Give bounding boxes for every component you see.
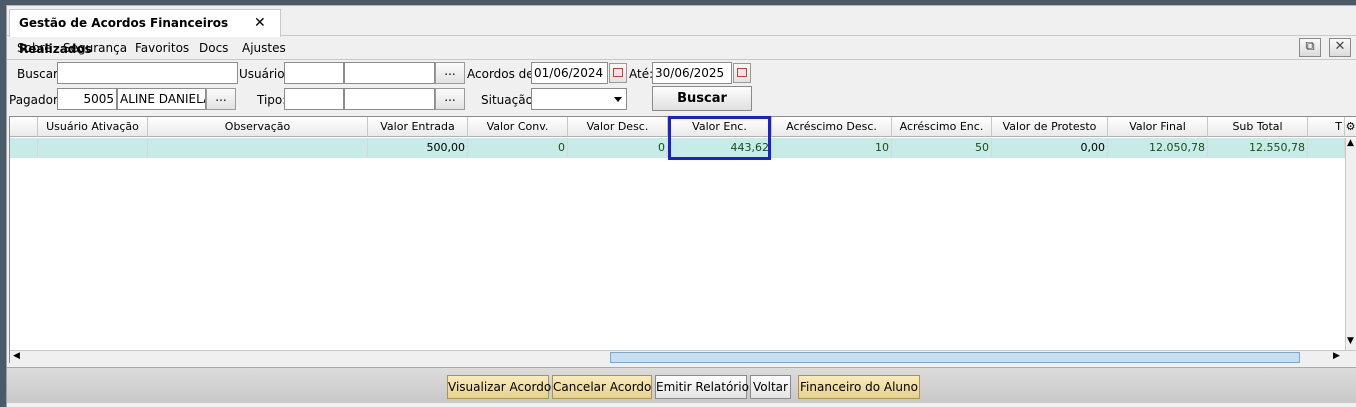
cell-valor-final: 12.050,78	[1108, 138, 1208, 158]
col-valor-conv[interactable]: Valor Conv.	[468, 117, 568, 137]
col-usuario-ativacao[interactable]: Usuário Ativação	[38, 117, 148, 137]
voltar-button[interactable]: Voltar	[750, 375, 791, 399]
divider	[7, 59, 1356, 60]
usuario-label: Usuário:	[239, 67, 289, 81]
tipo-code-input[interactable]	[284, 88, 344, 110]
acordos-table[interactable]: Usuário Ativação Observação Valor Entrad…	[9, 116, 1356, 363]
col-valor-desc[interactable]: Valor Desc.	[568, 117, 668, 137]
usuario-code-input[interactable]	[284, 62, 344, 84]
col-sub-total[interactable]: Sub Total	[1208, 117, 1308, 137]
tab-gestao-acordos[interactable]: Gestão de Acordos Financeiros Realizados…	[9, 9, 281, 56]
usuario-name-input[interactable]	[344, 62, 435, 84]
tipo-name-input[interactable]	[344, 88, 435, 110]
scroll-thumb[interactable]	[610, 352, 1300, 363]
visualizar-acordo-button[interactable]: Visualizar Acordo	[447, 375, 551, 399]
situacao-label: Situação:	[481, 93, 537, 107]
menu-seguranca[interactable]: Segurança	[63, 41, 127, 55]
chevron-down-icon	[614, 97, 622, 102]
tab-strip: Gestão de Acordos Financeiros Realizados…	[7, 6, 1356, 56]
col-valor-entrada[interactable]: Valor Entrada	[368, 117, 468, 137]
acordos-de-calendar-icon[interactable]	[609, 63, 627, 83]
horizontal-scrollbar[interactable]: ◀ ▶	[10, 350, 1356, 363]
cell-t	[1308, 138, 1345, 158]
menu-ajustes[interactable]: Ajustes	[242, 41, 286, 55]
col-valor-final[interactable]: Valor Final	[1108, 117, 1208, 137]
menu-bar: Sobre Segurança Favoritos Docs Ajustes ⧉…	[7, 37, 1356, 59]
pagador-code-input[interactable]: 5005	[57, 88, 117, 110]
pagador-name-input[interactable]: ALINE DANIELA	[117, 88, 206, 110]
situacao-select[interactable]	[531, 88, 627, 110]
ate-calendar-icon[interactable]	[733, 63, 751, 83]
gear-icon[interactable]: ⚙	[1345, 117, 1356, 137]
row-header-corner	[10, 117, 38, 137]
scroll-down-icon[interactable]: ▼	[1347, 336, 1354, 346]
tipo-lookup-button[interactable]: ...	[435, 88, 465, 110]
close-icon[interactable]: ✕	[1329, 38, 1351, 57]
cell-valor-protesto: 0,00	[992, 138, 1108, 158]
vertical-scrollbar[interactable]: ▲ ▼	[1345, 138, 1356, 350]
app-window: Gestão de Acordos Financeiros Realizados…	[6, 5, 1356, 407]
buscar-button[interactable]: Buscar	[652, 86, 752, 111]
cell-valor-entrada: 500,00	[368, 138, 468, 158]
col-t[interactable]: T	[1308, 117, 1345, 137]
row-selector[interactable]	[10, 138, 38, 158]
pagador-lookup-button[interactable]: ...	[206, 88, 236, 110]
cell-observacao	[148, 138, 368, 158]
cancelar-acordo-button[interactable]: Cancelar Acordo	[552, 375, 652, 399]
footer-bar: Visualizar Acordo Cancelar Acordo Emitir…	[7, 367, 1356, 403]
cell-valor-conv: 0	[468, 138, 568, 158]
acordos-de-label: Acordos de:	[467, 67, 538, 81]
acordos-de-input[interactable]: 01/06/2024	[531, 62, 608, 84]
cell-acrescimo-enc: 50	[892, 138, 992, 158]
ate-label: Até:	[629, 67, 654, 81]
ate-input[interactable]: 30/06/2025	[652, 62, 732, 84]
cell-usuario-ativacao	[38, 138, 148, 158]
tipo-label: Tipo:	[257, 93, 287, 107]
highlight-box-valor-enc	[668, 116, 771, 160]
scroll-left-icon[interactable]: ◀	[13, 351, 20, 361]
menu-favoritos[interactable]: Favoritos	[135, 41, 189, 55]
financeiro-aluno-button[interactable]: Financeiro do Aluno	[798, 375, 920, 399]
cell-acrescimo-desc: 10	[772, 138, 892, 158]
pagador-label: Pagador:	[9, 93, 62, 107]
buscar-label: Buscar:	[17, 67, 62, 81]
col-valor-protesto[interactable]: Valor de Protesto	[992, 117, 1108, 137]
cell-sub-total: 12.550,78	[1208, 138, 1308, 158]
col-acrescimo-desc[interactable]: Acréscimo Desc.	[772, 117, 892, 137]
menu-docs[interactable]: Docs	[199, 41, 228, 55]
tab-close-icon[interactable]: ✕	[254, 10, 266, 36]
col-observacao[interactable]: Observação	[148, 117, 368, 137]
scroll-up-icon[interactable]: ▲	[1347, 138, 1354, 148]
cell-valor-desc: 0	[568, 138, 668, 158]
menu-sobre[interactable]: Sobre	[17, 41, 52, 55]
external-window-icon[interactable]: ⧉	[1299, 38, 1321, 57]
scroll-right-icon[interactable]: ▶	[1333, 351, 1340, 361]
buscar-input[interactable]	[57, 62, 238, 84]
col-acrescimo-enc[interactable]: Acréscimo Enc.	[892, 117, 992, 137]
usuario-lookup-button[interactable]: ...	[435, 62, 465, 84]
emitir-relatorio-button[interactable]: Emitir Relatório	[655, 375, 749, 399]
